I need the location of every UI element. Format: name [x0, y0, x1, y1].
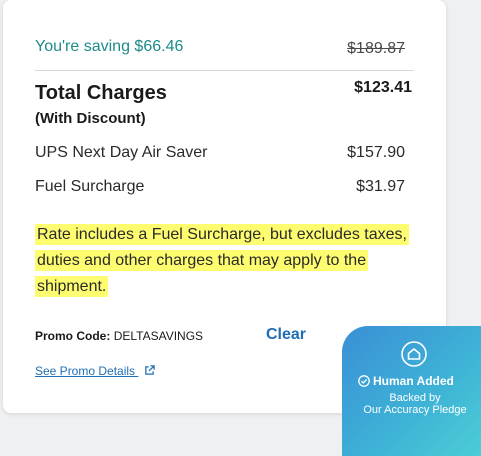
line-item: UPS Next Day Air Saver $157.90 [35, 144, 405, 166]
line-item-label: Fuel Surcharge [35, 178, 145, 195]
accuracy-pledge-badge[interactable]: Human Added Backed by Our Accuracy Pledg… [342, 326, 481, 456]
see-promo-details-link[interactable]: See Promo Details [35, 364, 156, 379]
original-price: $189.87 [347, 40, 405, 57]
rate-note: Rate includes a Fuel Surcharge, but excl… [35, 222, 410, 300]
savings-text: You're saving $66.46 [35, 38, 184, 55]
divider [35, 70, 414, 71]
promo-code-value: DELTASAVINGS [113, 329, 204, 343]
badge-line-1: Backed by [389, 392, 441, 404]
home-icon [400, 340, 428, 368]
clear-promo-button[interactable]: Clear [266, 326, 306, 344]
rate-note-text: Rate includes a Fuel Surcharge, but excl… [35, 224, 409, 297]
badge-title: Human Added [358, 374, 454, 390]
line-item-value: $31.97 [356, 178, 405, 195]
check-circle-icon [358, 375, 370, 390]
total-charges-subtitle: (With Discount) [35, 110, 146, 127]
line-item-value: $157.90 [347, 144, 405, 161]
total-charges-amount: $123.41 [354, 79, 412, 96]
promo-code-label: Promo Code: [35, 329, 111, 343]
external-link-icon [144, 365, 156, 379]
savings-row: You're saving $66.46 $189.87 [35, 38, 405, 60]
badge-line-2: Our Accuracy Pledge [363, 404, 467, 416]
see-promo-details-label: See Promo Details [35, 364, 136, 378]
line-item: Fuel Surcharge $31.97 [35, 178, 405, 200]
total-charges-title: Total Charges [35, 82, 167, 104]
badge-title-text: Human Added [373, 374, 454, 388]
line-item-label: UPS Next Day Air Saver [35, 144, 208, 161]
promo-code-row: Promo Code: DELTASAVINGS [35, 329, 203, 343]
